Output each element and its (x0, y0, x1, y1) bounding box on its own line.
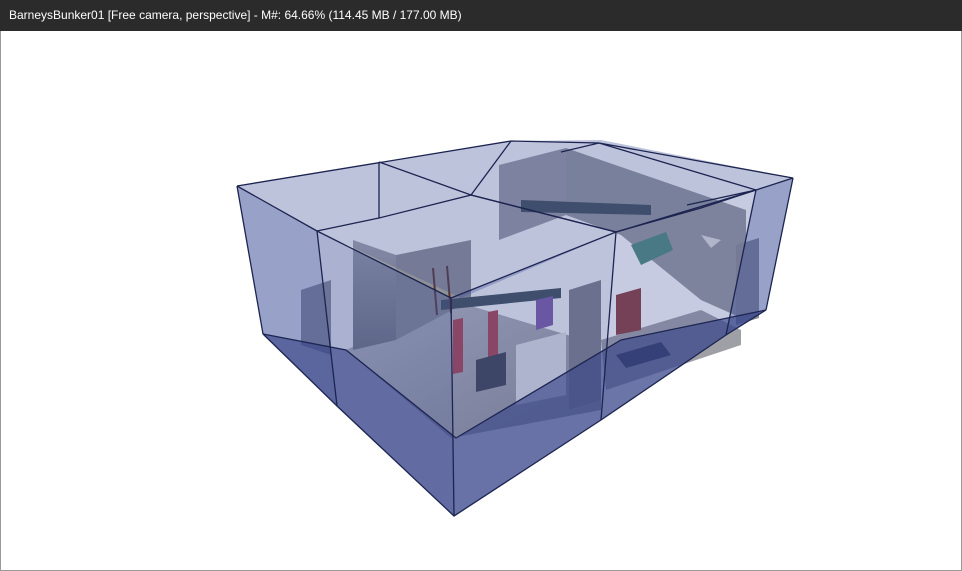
brush-boxes (237, 140, 793, 516)
app-window: BarneysBunker01 [Free camera, perspectiv… (0, 0, 962, 571)
bunker-scene[interactable] (1, 31, 962, 571)
window-title: BarneysBunker01 [Free camera, perspectiv… (0, 0, 962, 31)
3d-viewport[interactable] (0, 31, 962, 571)
